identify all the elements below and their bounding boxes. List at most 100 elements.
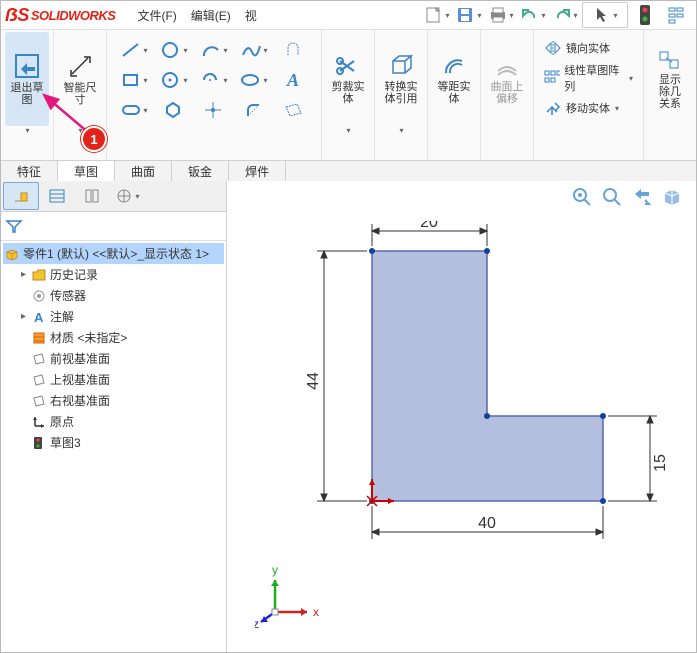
offset-icon: [440, 53, 468, 79]
tree-history[interactable]: ▸历史记录: [3, 264, 224, 285]
svg-text:A: A: [286, 70, 299, 90]
convert-entities-button[interactable]: 转换实 体引用: [379, 32, 423, 126]
feature-tree-tab[interactable]: [3, 182, 39, 210]
tree-sensors[interactable]: 传感器: [3, 285, 224, 306]
spline-tool[interactable]: ▾: [235, 36, 273, 64]
fillet-tool[interactable]: [235, 96, 273, 124]
offset-entities-button[interactable]: 等距实 体: [432, 32, 476, 126]
undo-button[interactable]: ▾: [518, 3, 548, 27]
quick-access-toolbar: ▾ ▾ ▾ ▾ ▾ ▾: [422, 2, 692, 28]
feature-tree: 零件1 (默认) <<默认>_显示状态 1> ▸历史记录 传感器 ▸A注解 材质…: [1, 241, 226, 652]
plane-tool[interactable]: [275, 96, 313, 124]
annotation-badge-1: 1: [81, 126, 107, 152]
polygon-tool[interactable]: [155, 96, 193, 124]
relations-icon: [656, 48, 684, 72]
filter-row: [1, 212, 226, 241]
menu-edit[interactable]: 编辑(E): [185, 5, 237, 26]
section-view-icon[interactable]: [660, 185, 684, 209]
menu-file[interactable]: 文件(F): [131, 5, 182, 26]
plane-icon: [32, 352, 46, 366]
part-icon: [5, 247, 19, 261]
save-button[interactable]: ▾: [454, 3, 484, 27]
exit-sketch-button[interactable]: 退出草 图: [5, 32, 49, 126]
menu-bar: 文件(F) 编辑(E) 视: [131, 5, 262, 26]
tree-annotations[interactable]: ▸A注解: [3, 306, 224, 327]
svg-text:x: x: [313, 605, 319, 619]
tab-surface[interactable]: 曲面: [115, 161, 172, 183]
plane-icon: [32, 373, 46, 387]
tree-root[interactable]: 零件1 (默认) <<默认>_显示状态 1>: [3, 243, 224, 264]
surface-offset-button: 曲面上 偏移: [485, 32, 529, 126]
panel-tab-bar: ▾: [1, 181, 226, 212]
previous-view-icon[interactable]: [630, 185, 654, 209]
new-button[interactable]: ▾: [422, 3, 452, 27]
circle-tool[interactable]: ▾: [155, 36, 193, 64]
pattern-icon: [544, 70, 560, 86]
graphics-area[interactable]: 20 44 40 15: [227, 181, 696, 652]
scissors-icon: [334, 53, 362, 79]
point-tool[interactable]: [195, 96, 233, 124]
annotation-icon: A: [32, 310, 46, 324]
svg-text:z: z: [255, 617, 259, 631]
line-tool[interactable]: ▾: [115, 36, 153, 64]
heads-up-toolbar: [570, 185, 684, 209]
text-tool[interactable]: A: [275, 66, 313, 94]
slot-half-tool[interactable]: [275, 36, 313, 64]
arc-tool[interactable]: ▾: [195, 36, 233, 64]
tab-weldment[interactable]: 焊件: [229, 161, 286, 183]
surface-offset-icon: [493, 53, 521, 79]
tab-feature[interactable]: 特征: [1, 161, 58, 183]
rectangle-tool[interactable]: ▾: [115, 66, 153, 94]
sketch-tools-grid: ▾ ▾ ▾ ▾ ▾ ▾ ▾ ▾ A ▾: [111, 32, 317, 128]
tab-sheetmetal[interactable]: 钣金: [172, 161, 229, 183]
tree-sketch3[interactable]: 草图3: [3, 432, 224, 453]
title-bar: ẞSSOLIDWORKS 文件(F) 编辑(E) 视 ▾ ▾ ▾ ▾ ▾ ▾: [1, 1, 696, 30]
transform-group: 镜向实体 线性草图阵列▾ 移动实体▾: [538, 32, 639, 124]
move-icon: [544, 100, 562, 116]
svg-text:y: y: [272, 563, 278, 577]
slot-tool[interactable]: ▾: [115, 96, 153, 124]
options-button[interactable]: [662, 3, 692, 27]
funnel-icon[interactable]: [5, 218, 23, 234]
ellipse-tool[interactable]: ▾: [235, 66, 273, 94]
trim-entities-button[interactable]: 剪裁实 体: [326, 32, 370, 126]
perimeter-circle-tool[interactable]: ▾: [155, 66, 193, 94]
convert-icon: [387, 53, 415, 79]
configuration-tab[interactable]: [75, 183, 109, 209]
traffic-light-icon[interactable]: [630, 3, 660, 27]
dimxpert-tab[interactable]: ▾: [110, 183, 144, 209]
mirror-entities-button[interactable]: 镜向实体: [542, 38, 635, 58]
tree-origin[interactable]: 原点: [3, 411, 224, 432]
origin-icon: [32, 415, 46, 429]
print-button[interactable]: ▾: [486, 3, 516, 27]
zoom-fit-icon[interactable]: [570, 185, 594, 209]
tree-material[interactable]: 材质 <未指定>: [3, 327, 224, 348]
content-area: ▾ 零件1 (默认) <<默认>_显示状态 1> ▸历史记录 传感器 ▸A注解 …: [1, 181, 696, 652]
sketch-icon: [32, 436, 46, 450]
folder-icon: [32, 268, 46, 282]
mirror-icon: [544, 40, 562, 56]
dim-bottom: 40: [478, 515, 496, 532]
tree-top-plane[interactable]: 上视基准面: [3, 369, 224, 390]
move-entities-button[interactable]: 移动实体▾: [542, 98, 635, 118]
dim-left: 44: [305, 372, 322, 390]
linear-pattern-button[interactable]: 线性草图阵列▾: [542, 60, 635, 96]
select-button[interactable]: ▾: [582, 2, 628, 28]
tree-front-plane[interactable]: 前视基准面: [3, 348, 224, 369]
exit-sketch-icon: [13, 52, 41, 80]
centerpoint-arc-tool[interactable]: ▾: [195, 66, 233, 94]
material-icon: [32, 331, 46, 345]
menu-view[interactable]: 视: [239, 5, 263, 26]
plane-icon: [32, 394, 46, 408]
dimension-icon: [66, 52, 94, 80]
redo-button[interactable]: ▾: [550, 3, 580, 27]
property-manager-tab[interactable]: [40, 183, 74, 209]
smart-dimension-button[interactable]: 智能尺 寸: [58, 32, 102, 126]
tree-right-plane[interactable]: 右视基准面: [3, 390, 224, 411]
svg-text:A: A: [34, 310, 44, 324]
display-relations-button[interactable]: 显示 除几 关系: [648, 32, 692, 126]
zoom-area-icon[interactable]: [600, 185, 624, 209]
feature-manager-panel: ▾ 零件1 (默认) <<默认>_显示状态 1> ▸历史记录 传感器 ▸A注解 …: [1, 181, 227, 652]
sensor-icon: [32, 289, 46, 303]
view-triad: x y z: [255, 562, 325, 632]
